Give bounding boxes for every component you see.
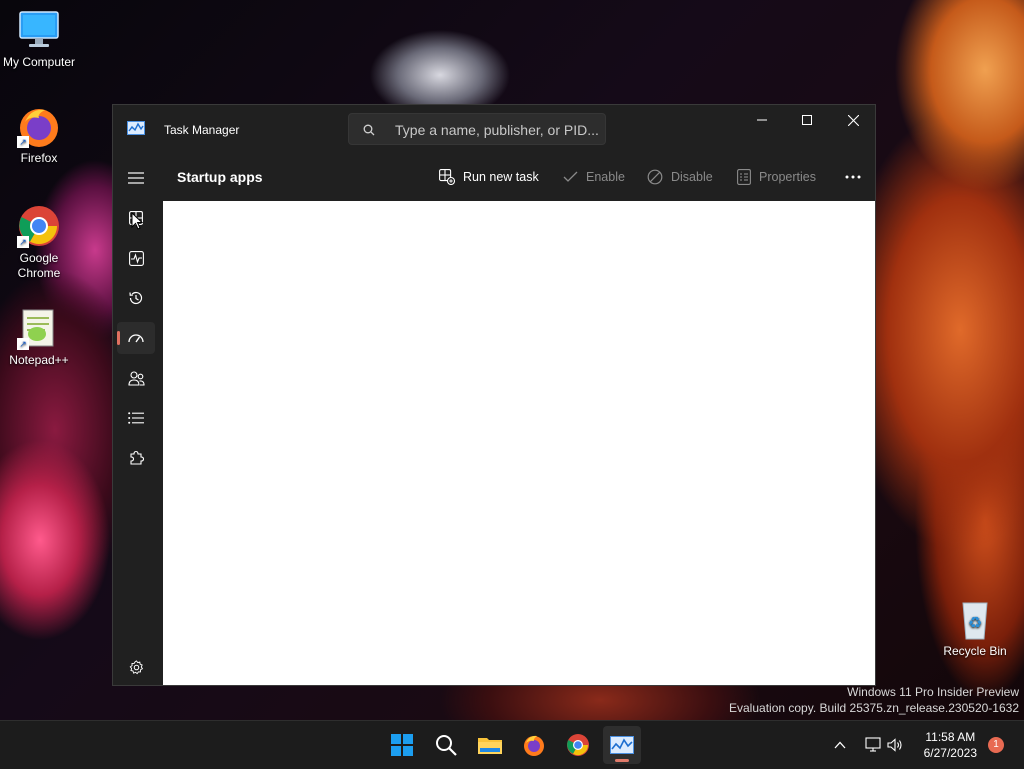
watermark-line-2: Evaluation copy. Build 25375.zn_release.…: [729, 701, 1019, 715]
search-icon: [436, 735, 457, 756]
minimize-icon: [757, 119, 767, 121]
taskbar: 11:58 AM 6/27/2023 1: [0, 720, 1024, 769]
nav-item-services[interactable]: [117, 442, 155, 474]
nav-item-startup-apps[interactable]: [117, 322, 155, 354]
volume-icon: [887, 738, 902, 752]
list-icon: [128, 412, 144, 424]
search-icon: [363, 124, 375, 136]
nav-item-users[interactable]: [117, 362, 155, 394]
minimize-button[interactable]: [739, 105, 785, 135]
close-icon: [847, 114, 859, 126]
desktop-icon-label: My Computer: [2, 55, 76, 69]
desktop-icon-notepad-plus-plus[interactable]: ↗ Notepad++: [1, 306, 77, 368]
system-tray-quick-settings[interactable]: [860, 726, 908, 764]
performance-pulse-icon: [128, 250, 144, 266]
window-title: Task Manager: [164, 123, 240, 137]
task-manager-app-icon: [127, 120, 145, 135]
nav-item-details[interactable]: [117, 402, 155, 434]
navigation-sidebar: [113, 151, 159, 685]
maximize-icon: [802, 115, 812, 125]
disable-label: Disable: [671, 170, 713, 184]
taskbar-task-manager[interactable]: [603, 726, 641, 764]
gear-icon: [129, 659, 143, 674]
more-icon: [845, 175, 861, 179]
show-hidden-icons-button[interactable]: [822, 726, 858, 764]
shortcut-arrow-icon: ↗: [17, 136, 29, 148]
watermark-line-1: Windows 11 Pro Insider Preview: [847, 685, 1019, 699]
close-button[interactable]: [830, 105, 876, 135]
maximize-button[interactable]: [784, 105, 830, 135]
desktop-icon-label: Firefox: [20, 151, 58, 165]
search-box[interactable]: [348, 113, 606, 145]
properties-button[interactable]: Properties: [737, 167, 816, 187]
windows-logo-icon: [391, 734, 413, 756]
enable-button[interactable]: Enable: [563, 167, 625, 187]
chrome-icon: [567, 734, 589, 756]
taskbar-chrome[interactable]: [559, 726, 597, 764]
chevron-up-icon: [834, 741, 846, 749]
run-new-task-button[interactable]: Run new task: [439, 167, 539, 187]
chrome-icon: ↗: [17, 204, 61, 248]
notification-badge[interactable]: 1: [988, 737, 1004, 753]
checkmark-icon: [563, 171, 578, 182]
firefox-icon: [524, 735, 544, 756]
disable-button[interactable]: Disable: [647, 167, 713, 187]
desktop-icon-my-computer[interactable]: My Computer: [1, 8, 77, 70]
shortcut-arrow-icon: ↗: [17, 338, 29, 350]
shortcut-arrow-icon: ↗: [17, 236, 29, 248]
desktop-icon-label: Recycle Bin: [943, 644, 1007, 658]
desktop-icon-google-chrome[interactable]: ↗ Google Chrome: [1, 204, 77, 281]
run-task-icon: [439, 169, 455, 185]
recycle-bin-icon: ♻: [953, 597, 997, 641]
clock-time: 11:58 AM: [925, 730, 976, 744]
startup-apps-content-area: [163, 201, 875, 685]
page-title: Startup apps: [177, 169, 263, 185]
monitor-icon: [17, 8, 61, 52]
start-button[interactable]: [383, 726, 421, 764]
desktop-icon-recycle-bin[interactable]: ♻ Recycle Bin: [937, 597, 1013, 659]
desktop-icon-firefox[interactable]: ↗ Firefox: [1, 104, 77, 166]
taskbar-clock[interactable]: 11:58 AM 6/27/2023: [924, 729, 977, 761]
hamburger-menu-button[interactable]: [117, 162, 155, 194]
windows-watermark: Windows 11 Pro Insider Preview Evaluatio…: [729, 684, 1019, 716]
svg-text:♻: ♻: [968, 613, 982, 632]
taskbar-file-explorer[interactable]: [471, 726, 509, 764]
more-options-button[interactable]: [839, 167, 867, 187]
history-icon: [129, 291, 143, 305]
clock-date: 6/27/2023: [923, 746, 977, 760]
desktop-icon-label: Google Chrome: [17, 251, 61, 280]
desktop-icon-label: Notepad++: [9, 353, 69, 367]
properties-icon: [737, 169, 751, 185]
run-new-task-label: Run new task: [463, 170, 539, 184]
nav-item-app-history[interactable]: [117, 282, 155, 314]
title-bar[interactable]: Task Manager: [113, 105, 875, 151]
nav-item-performance[interactable]: [117, 242, 155, 274]
task-manager-icon: [610, 736, 634, 754]
properties-label: Properties: [759, 170, 816, 184]
block-icon: [647, 169, 663, 185]
search-input[interactable]: [393, 120, 602, 140]
taskbar-firefox[interactable]: [515, 726, 553, 764]
users-icon: [127, 370, 145, 386]
task-manager-window: Task Manager Type a name, publisher, or …: [112, 104, 876, 686]
speedometer-icon: [128, 334, 144, 343]
enable-label: Enable: [586, 170, 625, 184]
notepad-plus-plus-icon: ↗: [17, 306, 61, 350]
network-icon: [865, 737, 881, 752]
taskbar-search-button[interactable]: [427, 726, 465, 764]
folder-icon: [478, 738, 502, 754]
hamburger-icon: [128, 172, 144, 184]
mouse-cursor-icon: [131, 212, 143, 230]
firefox-icon: ↗: [17, 104, 61, 148]
puzzle-icon: [130, 450, 144, 465]
command-bar: Startup apps Run new task Enable Disable…: [159, 151, 875, 201]
settings-button[interactable]: [117, 651, 155, 683]
